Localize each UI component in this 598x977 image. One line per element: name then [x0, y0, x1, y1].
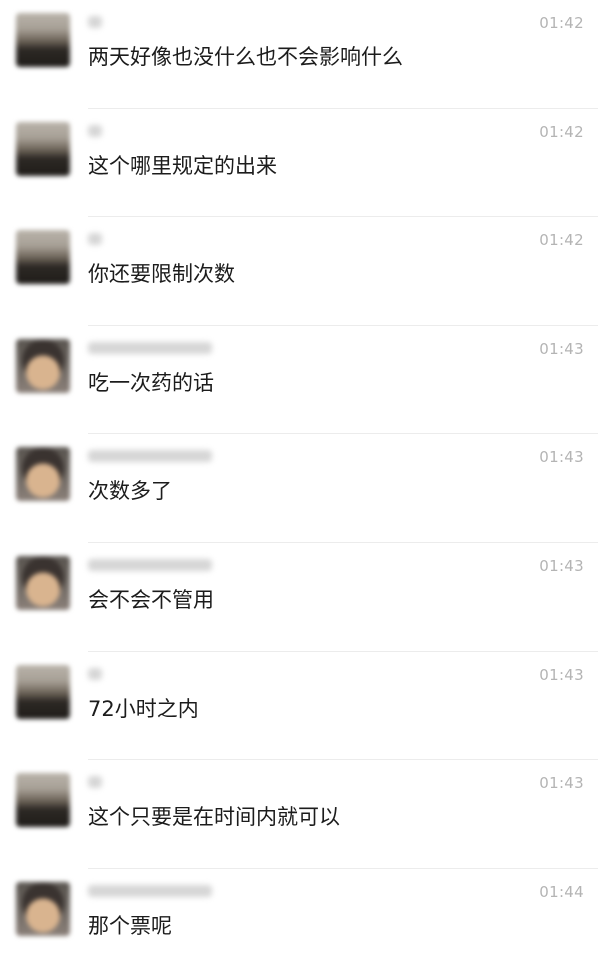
- message-text: 72小时之内: [88, 696, 199, 721]
- message-text: 你还要限制次数: [88, 262, 235, 287]
- sender-name-redacted: [88, 776, 102, 789]
- sender-name-redacted: [88, 450, 212, 463]
- message-row[interactable]: 01:42 这个哪里规定的出来: [0, 109, 598, 218]
- sender-name-redacted: [88, 16, 102, 28]
- message-time: 01:42: [539, 14, 584, 32]
- sender-name-redacted: [88, 341, 212, 354]
- avatar[interactable]: [16, 121, 70, 176]
- message-row[interactable]: 01:42 两天好像也没什么也不会影响什么: [0, 0, 598, 109]
- avatar[interactable]: [16, 773, 70, 828]
- sender-name-redacted: [88, 124, 102, 137]
- avatar[interactable]: [16, 230, 70, 285]
- avatar[interactable]: [16, 881, 70, 936]
- message-time: 01:42: [539, 231, 584, 250]
- message-row[interactable]: 01:43 吃一次药的话: [0, 326, 598, 435]
- message-row[interactable]: 01:43 这个只要是在时间内就可以: [0, 760, 598, 869]
- message-text: 两天好像也没什么也不会影响什么: [88, 45, 403, 69]
- sender-name-redacted: [88, 233, 102, 246]
- message-text: 次数多了: [88, 479, 172, 504]
- message-time: 01:44: [539, 882, 584, 901]
- message-row[interactable]: 01:43 次数多了: [0, 434, 598, 543]
- avatar[interactable]: [16, 338, 70, 393]
- message-text: 那个票呢: [88, 913, 172, 938]
- avatar[interactable]: [16, 556, 70, 610]
- avatar[interactable]: [16, 447, 70, 502]
- message-text: 会不会不管用: [88, 588, 214, 612]
- message-row[interactable]: 01:44 那个票呢: [0, 869, 598, 977]
- message-time: 01:43: [539, 448, 584, 467]
- message-time: 01:43: [539, 665, 584, 684]
- message-time: 01:43: [539, 774, 584, 793]
- message-row[interactable]: 01:42 你还要限制次数: [0, 217, 598, 326]
- message-text: 这个哪里规定的出来: [88, 153, 277, 178]
- sender-name-redacted: [88, 884, 212, 897]
- message-time: 01:43: [539, 557, 584, 575]
- message-text: 吃一次药的话: [88, 370, 214, 395]
- message-text: 这个只要是在时间内就可以: [88, 805, 340, 830]
- sender-name-redacted: [88, 667, 102, 680]
- avatar[interactable]: [16, 13, 70, 67]
- message-row[interactable]: 01:43 72小时之内: [0, 652, 598, 761]
- message-time: 01:42: [539, 122, 584, 141]
- message-list: 01:42 两天好像也没什么也不会影响什么 01:42 这个哪里规定的出来 01…: [0, 0, 598, 955]
- sender-name-redacted: [88, 559, 212, 571]
- avatar[interactable]: [16, 664, 70, 719]
- message-time: 01:43: [539, 339, 584, 358]
- message-row[interactable]: 01:43 会不会不管用: [0, 543, 598, 652]
